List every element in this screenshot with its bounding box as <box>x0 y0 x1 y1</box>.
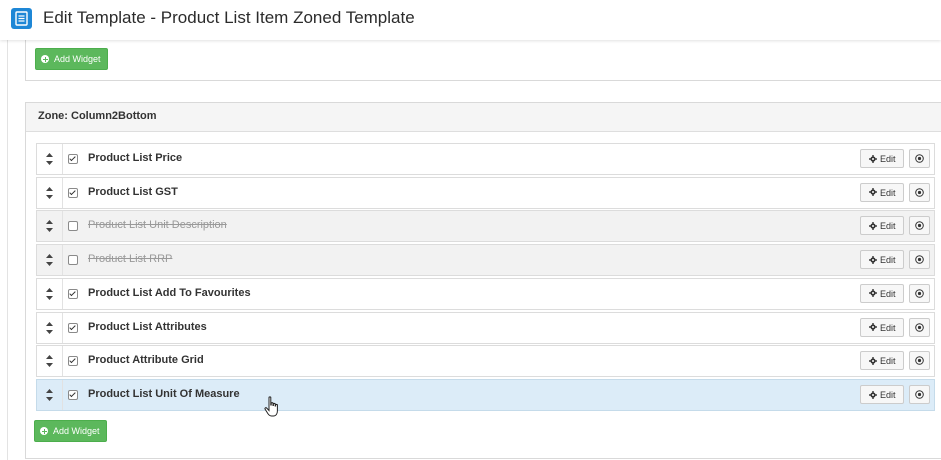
widget-enabled-checkbox[interactable] <box>68 255 78 266</box>
drag-handle-icon[interactable] <box>37 379 63 410</box>
widget-row[interactable]: Product List Attributes Edit <box>36 311 935 344</box>
gear-icon <box>869 289 877 298</box>
widget-label: Product List Unit Description <box>88 219 227 232</box>
move-circle-icon <box>915 356 924 365</box>
widget-enabled-checkbox[interactable] <box>68 322 78 333</box>
edit-button[interactable]: Edit <box>860 182 904 202</box>
widget-row[interactable]: Product List GST Edit <box>36 176 935 209</box>
move-button[interactable] <box>909 351 930 371</box>
zone-header: Zone: Column2Bottom <box>26 103 941 132</box>
drag-handle-icon[interactable] <box>37 211 63 242</box>
move-circle-icon <box>915 255 924 264</box>
edit-button[interactable]: Edit <box>860 384 904 404</box>
edit-button[interactable]: Edit <box>860 351 904 371</box>
add-widget-button[interactable]: Add Widget <box>35 48 108 70</box>
add-widget-button[interactable]: Add Widget <box>34 420 107 442</box>
template-icon <box>11 8 32 29</box>
widget-row[interactable]: Product List RRP Edit <box>36 244 935 277</box>
edit-label: Edit <box>880 322 896 333</box>
edit-label: Edit <box>880 221 896 232</box>
move-circle-icon <box>915 221 924 231</box>
edit-label: Edit <box>880 288 896 299</box>
add-widget-label: Add Widget <box>53 426 100 436</box>
gear-icon <box>869 222 877 231</box>
widget-enabled-checkbox[interactable] <box>68 221 78 232</box>
move-circle-icon <box>915 154 924 163</box>
gear-icon <box>869 188 877 197</box>
gear-icon <box>869 154 877 163</box>
plus-circle-icon <box>40 427 48 435</box>
gear-icon <box>869 255 877 264</box>
widget-label: Product List Price <box>88 152 183 164</box>
zone-title: Zone: Column2Bottom <box>38 110 157 122</box>
move-button[interactable] <box>909 317 930 337</box>
edit-button[interactable]: Edit <box>860 250 904 270</box>
move-button[interactable] <box>909 216 930 236</box>
widget-row[interactable]: Product List Unit Description Edit <box>36 210 935 243</box>
widget-label: Product List Add To Favourites <box>88 286 251 299</box>
edit-button[interactable]: Edit <box>860 149 904 168</box>
widget-enabled-checkbox[interactable] <box>68 356 78 367</box>
page-header: Edit Template - Product List Item Zoned … <box>0 0 941 40</box>
edit-button[interactable]: Edit <box>860 283 904 303</box>
gear-icon <box>869 356 877 365</box>
move-circle-icon <box>915 187 924 197</box>
drag-handle-icon[interactable] <box>37 245 63 276</box>
widget-enabled-checkbox[interactable] <box>68 187 78 198</box>
add-widget-label: Add Widget <box>54 54 101 64</box>
widget-row[interactable]: Product Attribute Grid Edit <box>36 345 935 378</box>
widget-label: Product Attribute Grid <box>88 354 204 367</box>
widget-label: Product List GST <box>88 185 178 198</box>
edit-label: Edit <box>880 389 896 400</box>
move-button[interactable] <box>909 182 930 202</box>
edit-label: Edit <box>880 154 896 164</box>
move-circle-icon <box>915 322 924 332</box>
widget-label: Product List Attributes <box>88 320 207 333</box>
widget-label: Product List Unit Of Measure <box>88 387 240 400</box>
gear-icon <box>869 390 877 399</box>
edit-label: Edit <box>880 255 896 266</box>
widget-row[interactable]: Product List Price Edit <box>36 143 935 175</box>
drag-handle-icon[interactable] <box>37 312 63 343</box>
zone-panel-previous: Add Widget <box>25 36 941 81</box>
widget-row[interactable]: Product List Unit Of Measure Edit <box>36 378 935 411</box>
gear-icon <box>869 323 877 332</box>
drag-handle-icon[interactable] <box>37 346 63 377</box>
zone-panel: Zone: Column2Bottom Product List Price Ed… <box>25 102 941 459</box>
move-button[interactable] <box>909 149 930 168</box>
drag-handle-icon[interactable] <box>37 177 63 208</box>
widget-label: Product List RRP <box>88 253 173 266</box>
page-title: Edit Template - Product List Item Zoned … <box>43 8 415 27</box>
move-circle-icon <box>915 390 924 399</box>
move-button[interactable] <box>909 384 930 404</box>
widget-enabled-checkbox[interactable] <box>68 389 78 400</box>
widget-enabled-checkbox[interactable] <box>68 154 78 164</box>
move-circle-icon <box>915 288 924 298</box>
edit-button[interactable]: Edit <box>860 216 904 236</box>
widget-enabled-checkbox[interactable] <box>68 288 78 299</box>
content-divider <box>7 40 8 460</box>
edit-label: Edit <box>880 356 896 367</box>
edit-label: Edit <box>880 187 896 198</box>
widget-row[interactable]: Product List Add To Favourites Edit <box>36 277 935 310</box>
drag-handle-icon[interactable] <box>37 144 63 174</box>
hand-pointer-icon <box>264 396 278 417</box>
drag-handle-icon[interactable] <box>37 278 63 309</box>
plus-circle-icon <box>41 55 49 63</box>
move-button[interactable] <box>909 283 930 303</box>
move-button[interactable] <box>909 250 930 270</box>
edit-button[interactable]: Edit <box>860 317 904 337</box>
